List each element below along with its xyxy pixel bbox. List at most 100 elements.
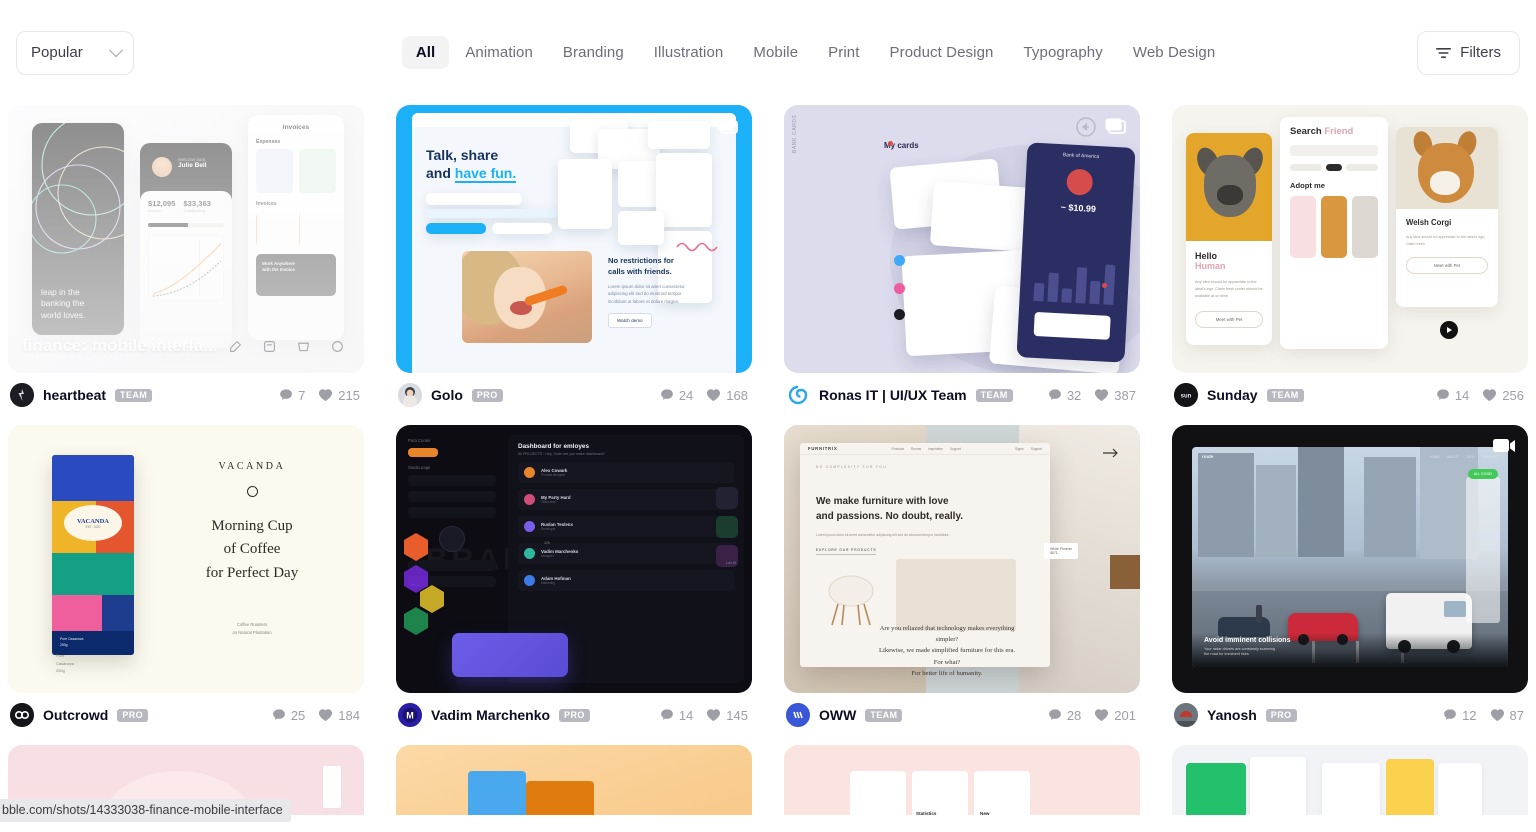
likes-stat[interactable]: 215 bbox=[318, 388, 360, 403]
avatar[interactable] bbox=[1174, 703, 1198, 727]
shot-author[interactable]: Vadim Marchenko bbox=[431, 707, 550, 723]
tab-illustration[interactable]: Illustration bbox=[640, 36, 738, 69]
heart-icon bbox=[319, 389, 333, 402]
shot-stats: 32 387 bbox=[1048, 388, 1138, 403]
likes-count: 87 bbox=[1509, 707, 1524, 723]
shot-thumbnail[interactable]: Talk, share and have fun. No restriction… bbox=[396, 105, 752, 373]
shot-meta: M Vadim Marchenko PRO 14 145 bbox=[396, 693, 752, 737]
tab-animation[interactable]: Animation bbox=[451, 36, 547, 69]
avatar[interactable] bbox=[10, 383, 34, 407]
comments-stat[interactable]: 32 bbox=[1048, 388, 1081, 403]
multi-shot-icon bbox=[1104, 117, 1128, 142]
artwork-coffee-packaging: VACANDA EST. 1920 Pure Casanova 250g VACAN… bbox=[8, 425, 364, 693]
likes-stat[interactable]: 168 bbox=[706, 388, 748, 403]
shot-author[interactable]: Golo bbox=[431, 387, 463, 403]
shot-thumbnail[interactable]: BANK CARDS My cards Bank of America ~ $1… bbox=[784, 105, 1140, 373]
shot-thumbnail[interactable]: Hello Human Any idea should be appreciate… bbox=[1172, 105, 1528, 373]
shot-author[interactable]: Outcrowd bbox=[43, 707, 108, 723]
avatar[interactable] bbox=[786, 383, 810, 407]
sort-dropdown-value: Popular bbox=[31, 44, 83, 61]
avatar[interactable] bbox=[398, 383, 422, 407]
avatar[interactable]: sun bbox=[1174, 383, 1198, 407]
shot-stats: 12 87 bbox=[1443, 708, 1526, 723]
shot-author[interactable]: OWW bbox=[819, 707, 856, 723]
shot-meta: Ronas IT | UI/UX Team TEAM 32 387 bbox=[784, 373, 1140, 417]
tab-mobile[interactable]: Mobile bbox=[739, 36, 812, 69]
shot-hover-overlay[interactable]: finance: mobile interfa... bbox=[8, 105, 364, 373]
shot-thumbnail[interactable] bbox=[1172, 745, 1528, 815]
comment-icon bbox=[280, 389, 292, 400]
play-button[interactable] bbox=[1440, 321, 1458, 339]
tab-print[interactable]: Print bbox=[814, 36, 873, 69]
shot-stats: 14 145 bbox=[660, 708, 750, 723]
likes-stat[interactable]: 145 bbox=[706, 708, 748, 723]
filters-button[interactable]: Filters bbox=[1417, 30, 1520, 75]
heart-icon bbox=[319, 709, 333, 722]
likes-stat[interactable]: 256 bbox=[1482, 388, 1524, 403]
shot-hover-title: finance: mobile interfa... bbox=[22, 336, 218, 355]
likes-stat[interactable]: 387 bbox=[1094, 388, 1136, 403]
tab-typography[interactable]: Typography bbox=[1009, 36, 1116, 69]
shot-meta: Golo PRO 24 168 bbox=[396, 373, 752, 417]
comments-count: 32 bbox=[1066, 387, 1082, 403]
comments-stat[interactable]: 14 bbox=[660, 708, 693, 723]
toolbar: Popular All Animation Branding Illustrat… bbox=[0, 0, 1536, 105]
svg-text:M: M bbox=[406, 710, 414, 720]
comments-stat[interactable]: 12 bbox=[1443, 707, 1477, 723]
shot-author[interactable]: heartbeat bbox=[43, 387, 106, 403]
comments-stat[interactable]: 14 bbox=[1436, 388, 1469, 403]
shot-author[interactable]: Ronas IT | UI/UX Team bbox=[819, 387, 967, 403]
status-badge: TEAM bbox=[975, 388, 1013, 402]
likes-stat[interactable]: 201 bbox=[1094, 708, 1136, 723]
comments-count: 14 bbox=[678, 707, 694, 723]
heart-icon bbox=[707, 709, 721, 722]
avatar[interactable] bbox=[786, 703, 810, 727]
share-icon[interactable] bbox=[222, 333, 248, 359]
artwork-driving-safety-video: Avoid imminent collisions Your radar driv… bbox=[1172, 425, 1528, 693]
shot-thumbnail[interactable] bbox=[396, 745, 752, 815]
comment-icon bbox=[272, 709, 285, 720]
status-badge: PRO bbox=[117, 708, 149, 722]
shot-thumbnail[interactable]: BRANDED Para Cooler Studio page Lexi 1 D… bbox=[396, 425, 752, 693]
heart-icon bbox=[1490, 709, 1504, 722]
status-badge: TEAM bbox=[865, 708, 903, 722]
comment-icon bbox=[660, 709, 673, 720]
comments-count: 12 bbox=[1462, 707, 1477, 723]
tab-branding[interactable]: Branding bbox=[549, 36, 638, 69]
shots-grid: leap in thebanking theworld loves. Welco… bbox=[0, 105, 1536, 737]
shot-thumbnail[interactable]: FURNITRIX Products Rooms Inspiration Suppor… bbox=[784, 425, 1140, 693]
shot-corner-badges bbox=[1492, 437, 1516, 460]
multi-shot-icon bbox=[716, 117, 740, 142]
shot-thumbnail[interactable]: leap in thebanking theworld loves. Welco… bbox=[8, 105, 364, 373]
likes-stat[interactable]: 184 bbox=[318, 708, 360, 723]
filter-icon bbox=[1436, 47, 1452, 59]
avatar[interactable]: M bbox=[398, 703, 422, 727]
comments-stat[interactable]: 28 bbox=[1048, 708, 1081, 723]
like-icon[interactable] bbox=[324, 333, 350, 359]
sort-dropdown[interactable]: Popular bbox=[16, 30, 134, 75]
save-icon[interactable] bbox=[256, 333, 282, 359]
tab-all[interactable]: All bbox=[401, 36, 450, 69]
status-bar-url: bble.com/shots/14333038-finance-mobile-i… bbox=[0, 799, 291, 822]
shot-author[interactable]: Yanosh bbox=[1207, 707, 1257, 723]
comments-count: 25 bbox=[290, 707, 306, 723]
shot-card: Hello Human Any idea should be appreciate… bbox=[1172, 105, 1528, 417]
shot-thumbnail[interactable]: Avoid imminent collisions Your radar driv… bbox=[1172, 425, 1528, 693]
likes-stat[interactable]: 87 bbox=[1490, 708, 1524, 723]
likes-count: 256 bbox=[1502, 387, 1524, 403]
tab-web-design[interactable]: Web Design bbox=[1119, 36, 1229, 69]
comments-stat[interactable]: 7 bbox=[279, 388, 305, 403]
avatar[interactable] bbox=[10, 703, 34, 727]
shot-thumbnail[interactable]: Statistics New bbox=[784, 745, 1140, 815]
bucket-icon[interactable] bbox=[290, 333, 316, 359]
shot-thumbnail[interactable]: VACANDA EST. 1920 Pure Casanova 250g VACAN… bbox=[8, 425, 364, 693]
comments-stat[interactable]: 25 bbox=[272, 708, 305, 723]
tab-product-design[interactable]: Product Design bbox=[876, 36, 1008, 69]
shot-corner-badges bbox=[716, 117, 740, 142]
svg-text:sun: sun bbox=[1181, 394, 1192, 400]
video-icon bbox=[1492, 437, 1516, 460]
comments-stat[interactable]: 24 bbox=[660, 388, 693, 403]
heart-icon bbox=[1095, 709, 1109, 722]
shot-author[interactable]: Sunday bbox=[1207, 387, 1258, 403]
comment-icon bbox=[1444, 709, 1456, 720]
